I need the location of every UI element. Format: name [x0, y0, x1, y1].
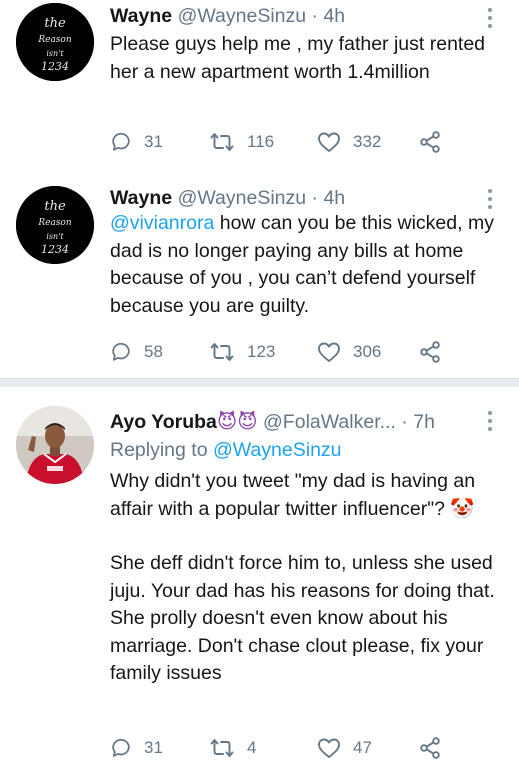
- tweet-paragraph-1: Why didn't you tweet "my dad is having a…: [110, 470, 476, 520]
- tweet-actions: 58 123 306: [110, 338, 510, 366]
- reply-icon: [112, 739, 130, 757]
- svg-text:Reason: Reason: [37, 35, 72, 45]
- share-button[interactable]: [418, 734, 454, 760]
- tweet-paragraph-2: She deff didn't force him to, unless she…: [110, 552, 495, 684]
- thread-divider: [0, 378, 519, 387]
- reply-button[interactable]: 31: [110, 128, 163, 156]
- share-button[interactable]: [418, 338, 454, 366]
- avatar[interactable]: the Reason isn't 1234: [16, 186, 94, 264]
- mention-link[interactable]: @vivianrora: [110, 212, 214, 234]
- replying-to-link[interactable]: @WayneSinzu: [213, 439, 342, 461]
- more-vertical-icon[interactable]: [486, 5, 494, 31]
- avatar[interactable]: the Reason isn't 1234: [16, 3, 94, 81]
- like-count: 47: [353, 738, 372, 757]
- tweet-header: Wayne @WayneSinzu · 4h: [110, 185, 345, 211]
- separator-dot: ·: [311, 5, 319, 27]
- retweet-button[interactable]: 4: [209, 734, 256, 760]
- like-count: 306: [353, 342, 382, 361]
- svg-text:isn't: isn't: [46, 49, 64, 58]
- svg-text:Reason: Reason: [37, 218, 72, 228]
- heart-icon: [318, 342, 340, 362]
- more-vertical-icon[interactable]: [486, 186, 494, 212]
- tweet-header: Wayne @WayneSinzu · 4h: [110, 3, 345, 29]
- devil-emoji-icon: 😈😈: [216, 411, 258, 433]
- svg-text:the: the: [44, 16, 66, 31]
- share-icon: [420, 341, 440, 363]
- retweet-button[interactable]: 123: [209, 338, 275, 366]
- tweet-text: Why didn't you tweet "my dad is having a…: [110, 468, 510, 688]
- display-name[interactable]: Ayo Yoruba: [110, 411, 217, 433]
- timestamp[interactable]: 4h: [323, 187, 345, 209]
- avatar[interactable]: [16, 406, 94, 484]
- reply-button[interactable]: 31: [110, 734, 163, 760]
- retweet-icon: [210, 343, 234, 361]
- reply-icon: [112, 133, 130, 151]
- display-name[interactable]: Wayne: [110, 187, 172, 209]
- share-icon: [420, 131, 440, 153]
- user-handle[interactable]: @FolaWalker...: [263, 411, 396, 433]
- tweet-text-content: Please guys help me , my father just ren…: [110, 33, 486, 83]
- retweet-icon: [210, 133, 234, 151]
- more-vertical-icon[interactable]: [486, 408, 494, 434]
- like-button[interactable]: 332: [317, 128, 381, 156]
- reply-button[interactable]: 58: [110, 338, 163, 366]
- tweet-actions: 31 116 332: [110, 128, 510, 156]
- like-button[interactable]: 306: [317, 338, 381, 366]
- tweet-actions: 31 4 47: [110, 734, 510, 760]
- retweet-count: 123: [247, 342, 276, 361]
- tweet-1[interactable]: the Reason isn't 1234 Wayne @WayneSinzu …: [0, 0, 519, 180]
- timestamp[interactable]: 4h: [323, 5, 345, 27]
- retweet-icon: [210, 739, 234, 757]
- share-button[interactable]: [418, 128, 454, 156]
- user-handle[interactable]: @WayneSinzu: [178, 187, 307, 209]
- reply-count: 31: [144, 132, 163, 151]
- separator-dot: ·: [311, 187, 319, 209]
- svg-text:1234: 1234: [41, 243, 69, 256]
- like-button[interactable]: 47: [317, 734, 372, 760]
- retweet-count: 4: [247, 738, 257, 757]
- retweet-count: 116: [247, 132, 275, 151]
- tweet-text: @vivianrora how can you be this wicked, …: [110, 210, 510, 320]
- like-count: 332: [353, 132, 382, 151]
- replying-to-line: Replying to @WayneSinzu: [110, 437, 510, 465]
- tweet-2[interactable]: the Reason isn't 1234 Wayne @WayneSinzu …: [0, 180, 519, 378]
- display-name[interactable]: Wayne: [110, 5, 172, 27]
- tweet-3[interactable]: Ayo Yoruba😈😈 @FolaWalker... · 7h Replyin…: [0, 387, 519, 760]
- user-handle[interactable]: @WayneSinzu: [178, 5, 307, 27]
- separator-dot: ·: [401, 411, 408, 433]
- svg-text:the: the: [44, 199, 66, 214]
- tweet-text: Please guys help me , my father just ren…: [110, 31, 510, 86]
- heart-icon: [318, 738, 340, 758]
- reply-count: 58: [144, 342, 163, 361]
- reply-count: 31: [144, 738, 163, 757]
- timestamp[interactable]: 7h: [413, 411, 435, 433]
- replying-to-label: Replying to: [110, 439, 208, 461]
- heart-icon: [318, 132, 340, 152]
- svg-text:isn't: isn't: [46, 232, 64, 241]
- retweet-button[interactable]: 116: [209, 128, 274, 156]
- reply-icon: [112, 343, 130, 361]
- tweet-header: Ayo Yoruba😈😈 @FolaWalker... · 7h: [110, 409, 435, 435]
- svg-text:1234: 1234: [41, 60, 69, 73]
- share-icon: [420, 737, 440, 759]
